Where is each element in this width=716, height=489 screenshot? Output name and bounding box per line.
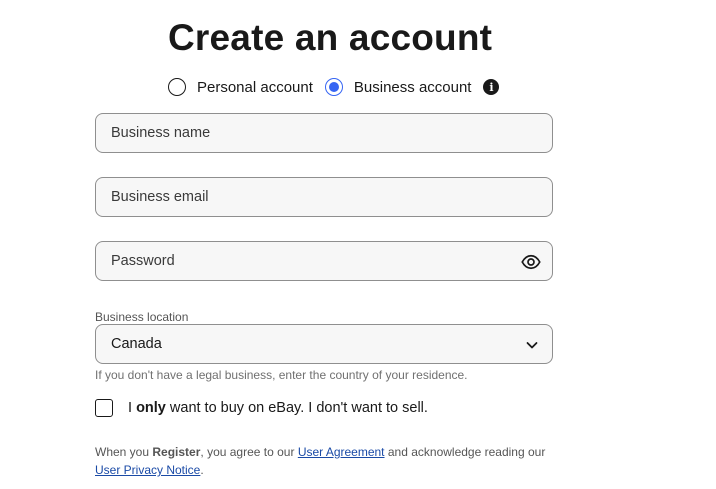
only-buy-suffix: want to buy on eBay. I don't want to sel… [165, 400, 428, 416]
personal-account-radio[interactable] [168, 78, 186, 96]
page-title: Create an account [168, 17, 493, 58]
info-icon[interactable]: i [483, 79, 500, 95]
only-buy-option: I only want to buy on eBay. I don't want… [95, 399, 428, 417]
only-buy-checkbox[interactable] [95, 399, 113, 417]
user-agreement-link[interactable]: User Agreement [298, 445, 385, 459]
location-helper-text: If you don't have a legal business, ente… [95, 368, 468, 382]
business-email-field[interactable] [95, 177, 553, 217]
business-location-select[interactable]: Canada [95, 324, 553, 364]
business-email-input[interactable] [111, 189, 537, 205]
business-name-field[interactable] [95, 113, 553, 153]
only-buy-prefix: I [128, 400, 137, 416]
legal-text-2: , you agree to our [200, 445, 298, 459]
business-location-label: Business location [95, 310, 189, 324]
business-account-radio[interactable] [324, 78, 343, 96]
personal-account-label[interactable]: Personal account [197, 79, 313, 96]
eye-icon[interactable] [521, 252, 541, 272]
password-field[interactable] [95, 241, 553, 281]
only-buy-emphasis: only [136, 400, 166, 416]
legal-text-3: and acknowledge reading our [384, 445, 546, 459]
legal-text-1: When you [95, 445, 153, 459]
chevron-down-icon [526, 342, 538, 349]
legal-notice: When you Register, you agree to our User… [95, 443, 575, 479]
account-type-selector: Personal account Business account i [168, 76, 500, 98]
business-location-value: Canada [111, 336, 162, 352]
only-buy-label[interactable]: I only want to buy on eBay. I don't want… [128, 400, 428, 416]
password-input[interactable] [111, 253, 537, 269]
legal-register-word: Register [152, 445, 201, 459]
user-privacy-notice-link[interactable]: User Privacy Notice [95, 463, 200, 477]
business-account-label[interactable]: Business account [354, 79, 472, 96]
registration-page: Create an account Personal account Busin… [0, 0, 716, 489]
legal-text-4: . [200, 463, 204, 477]
business-name-input[interactable] [111, 125, 537, 141]
